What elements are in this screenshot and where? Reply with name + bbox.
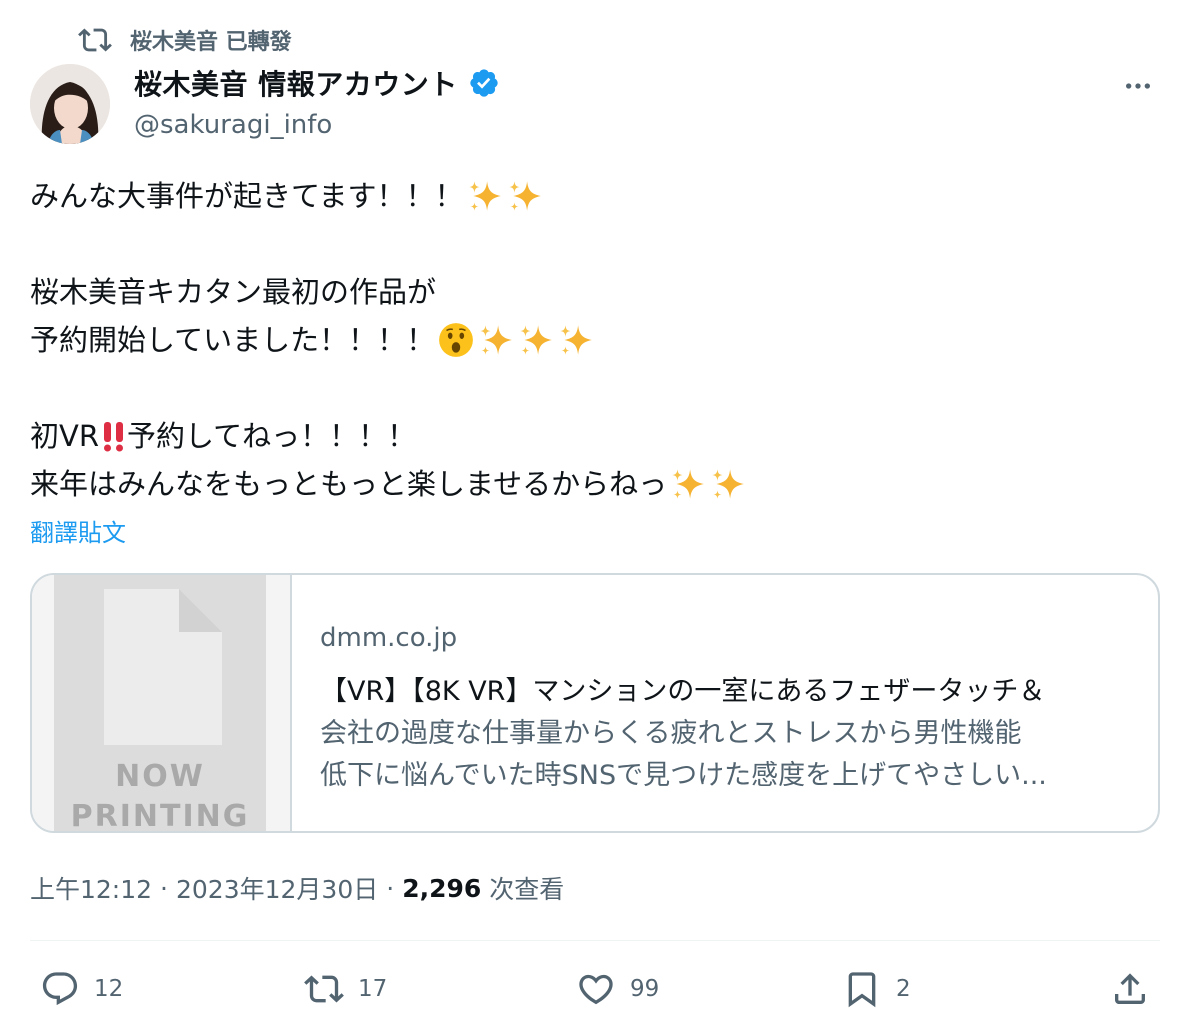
translate-post-link[interactable]: 翻譯貼文 — [30, 513, 126, 548]
handle[interactable]: @sakuragi_info — [134, 110, 500, 140]
repost-icon — [78, 28, 112, 52]
views-label: 次查看 — [489, 875, 565, 904]
action-bar: 12 17 99 2 — [30, 962, 1160, 1016]
sparkles-emoji-group — [669, 465, 747, 503]
hushed-face-icon — [439, 323, 474, 357]
separator: · — [160, 873, 168, 903]
like-button[interactable]: 99 — [576, 962, 659, 1016]
views-count: 2,296 — [402, 873, 482, 903]
card-domain: dmm.co.jp — [320, 623, 458, 653]
printing-text: PRINTING — [70, 799, 250, 833]
repost-icon — [304, 975, 344, 1003]
timestamp-date[interactable]: 2023年12月30日 — [176, 870, 378, 906]
share-button[interactable] — [1110, 962, 1150, 1016]
emoji-group — [437, 321, 595, 359]
card-info: dmm.co.jp 【VR】【8K VR】マンションの一室にあるフェザータッチ＆… — [292, 575, 1071, 831]
sparkles-icon — [520, 325, 552, 355]
more-options-button[interactable] — [1118, 66, 1158, 106]
reply-count: 12 — [94, 976, 124, 1002]
tweet-meta: 上午12:12 · 2023年12月30日 · 2,296 次查看 — [30, 868, 564, 908]
tweet: 桜木美音 已轉發 桜木美音 情報アカウント @sakuragi_info みんな… — [0, 0, 1186, 1034]
sparkles-icon — [468, 181, 501, 211]
tweet-line: 初VR 予約してねっ！！！！ — [30, 419, 417, 453]
sparkles-icon — [712, 469, 744, 499]
share-icon — [1115, 973, 1145, 1004]
bookmark-count: 2 — [896, 976, 911, 1002]
sparkles-icon — [508, 181, 541, 211]
card-description-line-1: 会社の過度な仕事量からくる疲れとストレスから男性機能 — [320, 718, 1022, 749]
tweet-text: みんな大事件が起きてます！！！ 桜木美音キカタン最初の作品が 予約開始していまし… — [30, 172, 1150, 508]
tweet-line: 予約開始していました！！！！ — [30, 316, 1150, 364]
timestamp-time[interactable]: 上午12:12 — [30, 870, 152, 906]
author-info: 桜木美音 情報アカウント @sakuragi_info — [134, 62, 500, 140]
separator: · — [386, 873, 395, 903]
double-exclamation-emoji — [101, 419, 127, 453]
repost-count: 17 — [358, 976, 388, 1002]
like-count: 99 — [630, 976, 660, 1002]
repost-text: 桜木美音 已轉發 — [130, 30, 292, 55]
repost-header[interactable]: 桜木美音 已轉發 — [78, 22, 292, 58]
bookmark-icon — [848, 972, 876, 1008]
reply-icon — [42, 972, 78, 1006]
verified-badge-icon[interactable] — [468, 67, 500, 99]
sparkles-icon — [560, 325, 592, 355]
heart-icon — [579, 974, 613, 1005]
tweet-line: 桜木美音キカタン最初の作品が — [30, 275, 437, 309]
tweet-line: みんな大事件が起きてます！！！ — [30, 172, 1150, 220]
card-description-line-2: 低下に悩んでいた時SNSで見つけた感度を上げてやさしい... — [320, 760, 1047, 791]
double-exclamation-icon — [104, 422, 123, 452]
link-preview-card[interactable]: NOW PRINTING dmm.co.jp 【VR】【8K VR】マンションの… — [30, 573, 1160, 833]
more-icon — [1126, 83, 1150, 89]
card-thumbnail: NOW PRINTING — [32, 575, 292, 831]
card-title: 【VR】【8K VR】マンションの一室にあるフェザータッチ＆ — [320, 676, 1046, 707]
sparkles-emoji-group — [466, 177, 544, 215]
sparkles-icon — [672, 469, 704, 499]
divider — [30, 940, 1160, 941]
sparkles-icon — [480, 325, 512, 355]
now-text: NOW — [115, 759, 205, 794]
bookmark-button[interactable]: 2 — [842, 962, 911, 1016]
tweet-line: 来年はみんなをもっともっと楽しませるからねっ — [30, 460, 1150, 508]
document-placeholder-icon — [104, 589, 222, 745]
reply-button[interactable]: 12 — [40, 962, 123, 1016]
repost-button[interactable]: 17 — [304, 962, 387, 1016]
avatar[interactable] — [30, 64, 110, 144]
display-name[interactable]: 桜木美音 情報アカウント — [134, 63, 458, 103]
